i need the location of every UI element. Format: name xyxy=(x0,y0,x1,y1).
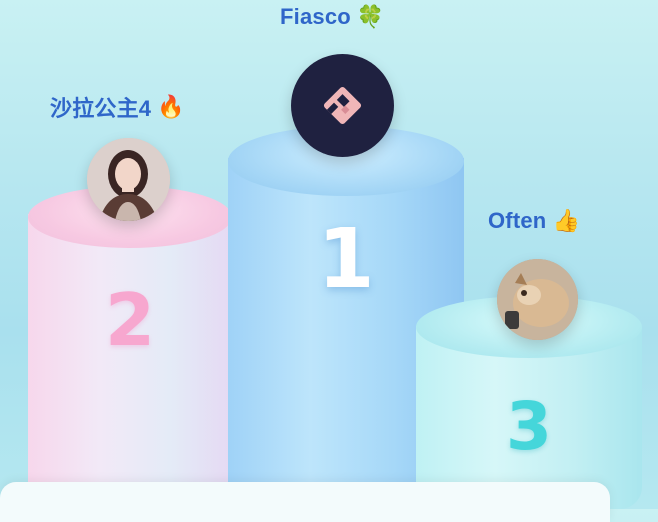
second-place-name: 沙拉公主4 xyxy=(50,96,152,121)
third-place-name-label: Often 👍 xyxy=(488,208,580,234)
third-place-avatar[interactable] xyxy=(497,259,578,340)
rank-number-2: 2 xyxy=(104,278,156,362)
rank-number-1: 1 xyxy=(317,212,375,307)
clover-icon: 🍀 xyxy=(356,4,385,29)
rank-number-3: 3 xyxy=(506,388,552,465)
podium-second: 2 xyxy=(28,186,232,509)
first-place-name-label: Fiasco 🍀 xyxy=(280,4,384,30)
bottom-list-card xyxy=(0,482,610,522)
logo-avatar-icon xyxy=(323,86,362,125)
third-place-name: Often xyxy=(488,208,547,233)
person-avatar-icon xyxy=(87,138,170,221)
first-place-name: Fiasco xyxy=(280,4,351,29)
fire-icon: 🔥 xyxy=(157,94,185,119)
thumbs-up-icon: 👍 xyxy=(552,208,580,233)
first-place-avatar[interactable] xyxy=(291,54,394,157)
cat-avatar-icon xyxy=(497,259,578,340)
second-place-name-label: 沙拉公主4 🔥 xyxy=(50,91,185,123)
second-place-avatar[interactable] xyxy=(87,138,170,221)
ranking-podium-screen: 2 1 3 Fiasco 🍀 沙拉公主4 🔥 Often 👍 xyxy=(0,0,658,522)
